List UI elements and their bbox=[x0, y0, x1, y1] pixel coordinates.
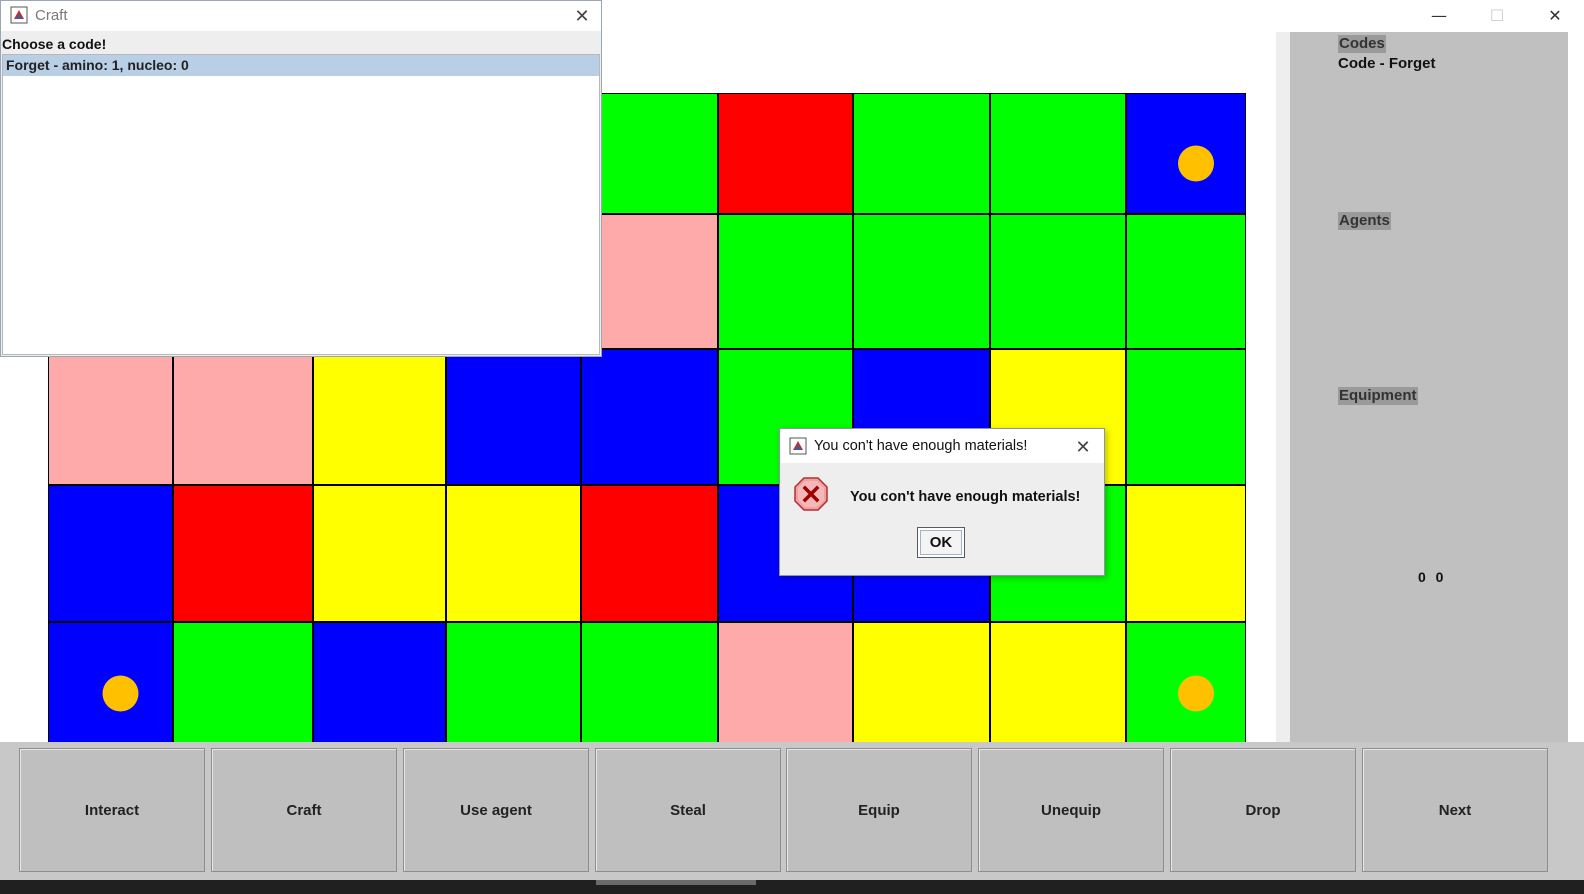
craft-button[interactable]: Craft bbox=[211, 748, 397, 872]
craft-titlebar[interactable]: Craft ✕ bbox=[1, 1, 601, 31]
list-item[interactable]: Forget - amino: 1, nucleo: 0 bbox=[3, 55, 599, 76]
taskbar-edge bbox=[0, 880, 1584, 894]
alert-titlebar[interactable]: You con't have enough materials! ✕ bbox=[780, 429, 1104, 463]
codes-heading: Codes bbox=[1338, 35, 1386, 53]
next-button[interactable]: Next bbox=[1362, 748, 1548, 872]
board-cell-green[interactable] bbox=[717, 213, 854, 350]
use-agent-button[interactable]: Use agent bbox=[403, 748, 589, 872]
java-app-icon bbox=[10, 6, 28, 24]
board-cell-yellow[interactable] bbox=[1125, 484, 1246, 623]
board-cell-green[interactable] bbox=[1125, 348, 1246, 486]
board-cell-green[interactable] bbox=[580, 621, 719, 745]
board-cell-yellow[interactable] bbox=[852, 621, 991, 745]
steal-button[interactable]: Steal bbox=[595, 748, 781, 872]
inventory-panel: Codes Code - Forget Agents Equipment 0 0 bbox=[1290, 32, 1568, 742]
player-token[interactable] bbox=[102, 675, 139, 712]
code-list[interactable]: Forget - amino: 1, nucleo: 0 bbox=[2, 54, 600, 355]
board-cell-green[interactable] bbox=[1125, 213, 1246, 350]
agents-heading: Agents bbox=[1338, 212, 1391, 230]
board-cell-red[interactable] bbox=[172, 484, 314, 623]
board-cell-blue[interactable] bbox=[580, 348, 719, 486]
close-icon[interactable]: ✕ bbox=[569, 3, 595, 29]
unequip-button[interactable]: Unequip bbox=[978, 748, 1164, 872]
interact-button[interactable]: Interact bbox=[19, 748, 205, 872]
board-cell-green[interactable] bbox=[852, 213, 991, 350]
equip-button[interactable]: Equip bbox=[786, 748, 972, 872]
action-bar: Interact Craft Use agent Steal Equip Une… bbox=[0, 742, 1584, 894]
player-token[interactable] bbox=[1178, 675, 1214, 712]
window-controls: — ☐ ✕ bbox=[1410, 0, 1584, 30]
board-cell-pink[interactable] bbox=[172, 348, 314, 486]
alert-title: You con't have enough materials! bbox=[814, 438, 1028, 454]
board-cell-pink[interactable] bbox=[717, 621, 854, 745]
craft-title: Craft bbox=[35, 7, 68, 24]
craft-dialog: Craft ✕ Choose a code! Forget - amino: 1… bbox=[0, 0, 602, 357]
player-token[interactable] bbox=[1178, 145, 1214, 182]
maximize-icon[interactable]: ☐ bbox=[1468, 0, 1526, 30]
ok-button[interactable]: OK bbox=[917, 527, 965, 558]
error-dialog: You con't have enough materials! ✕ You c… bbox=[779, 428, 1105, 576]
alert-message: You con't have enough materials! bbox=[850, 489, 1081, 505]
close-icon[interactable]: ✕ bbox=[1070, 434, 1096, 460]
close-icon[interactable]: ✕ bbox=[1526, 0, 1584, 30]
board-cell-yellow[interactable] bbox=[312, 348, 447, 486]
code-item-forget: Code - Forget bbox=[1338, 55, 1436, 72]
java-app-icon bbox=[789, 437, 807, 455]
error-icon bbox=[794, 477, 828, 511]
board-cell-red[interactable] bbox=[580, 484, 719, 623]
minimize-icon[interactable]: — bbox=[1410, 0, 1468, 30]
board-cell-green[interactable] bbox=[989, 213, 1127, 350]
board-cell-yellow[interactable] bbox=[989, 621, 1127, 745]
board-cell-blue[interactable] bbox=[445, 348, 582, 486]
equipment-heading: Equipment bbox=[1338, 387, 1418, 405]
craft-prompt: Choose a code! bbox=[2, 36, 107, 52]
drop-button[interactable]: Drop bbox=[1170, 748, 1356, 872]
board-cell-green[interactable] bbox=[989, 93, 1127, 215]
map-panel-border bbox=[1276, 32, 1290, 742]
board-cell-green[interactable] bbox=[445, 621, 582, 745]
board-cell-red[interactable] bbox=[717, 93, 854, 215]
board-cell-pink[interactable] bbox=[48, 348, 174, 486]
board-cell-green[interactable] bbox=[852, 93, 991, 215]
material-counts: 0 0 bbox=[1418, 569, 1444, 585]
board-cell-blue[interactable] bbox=[312, 621, 447, 745]
board-cell-green[interactable] bbox=[172, 621, 314, 745]
board-cell-blue[interactable] bbox=[48, 484, 174, 623]
board-cell-yellow[interactable] bbox=[312, 484, 447, 623]
board-cell-yellow[interactable] bbox=[445, 484, 582, 623]
